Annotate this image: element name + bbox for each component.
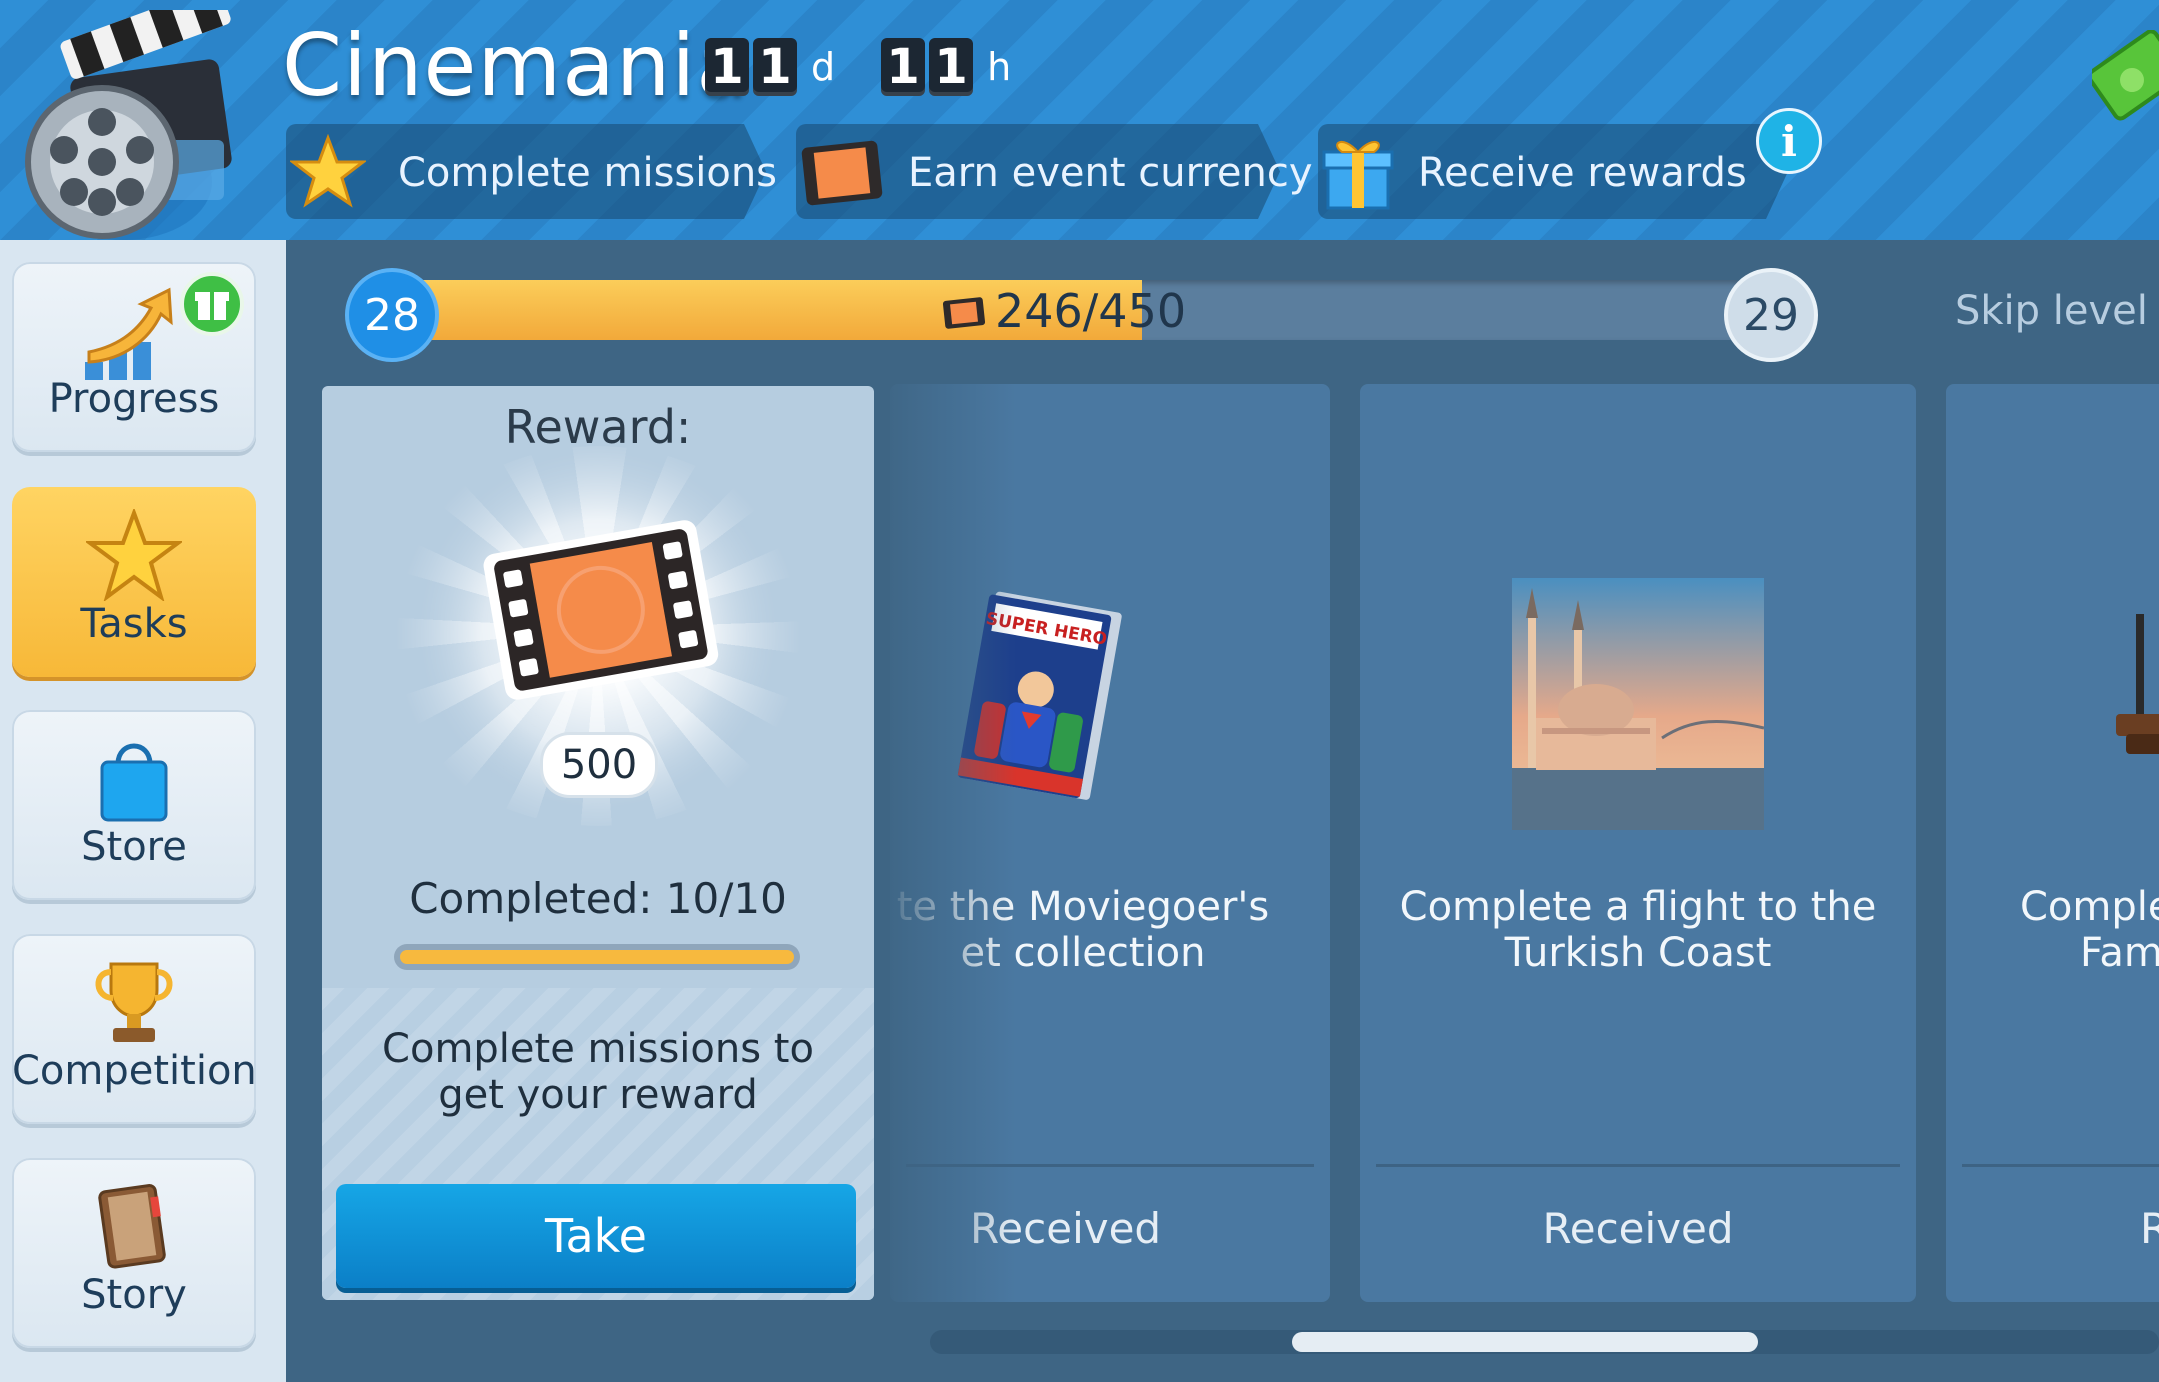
- skip-level-button[interactable]: Skip level: [1955, 288, 2148, 334]
- sidebar-item-label: Progress: [48, 376, 220, 422]
- istanbul-mosque-photo: [1512, 578, 1764, 830]
- reward-card: Reward: 500 Completed: 10/10 Complete mi…: [322, 386, 874, 1300]
- reward-amount: 500: [540, 732, 658, 798]
- task-title-line: Fam: [2080, 930, 2159, 976]
- hours-digits: 1 1: [881, 38, 974, 96]
- gift-icon: [1322, 140, 1394, 210]
- shopping-bag-icon: [100, 743, 168, 822]
- days-unit: d: [811, 45, 836, 89]
- step-label: Earn event currency: [908, 150, 1313, 196]
- sidebar-item-progress[interactable]: Progress: [12, 262, 256, 452]
- info-button[interactable]: i: [1756, 108, 1822, 174]
- task-title: Complete a flight to the Turkish Coast: [1360, 884, 1916, 976]
- gift-badge-icon: [180, 272, 244, 336]
- task-status: R: [2140, 1204, 2159, 1253]
- horizontal-scrollbar-thumb[interactable]: [1292, 1332, 1758, 1352]
- completion-progress-fill: [400, 950, 794, 964]
- card-divider: [1962, 1164, 2159, 1167]
- task-status: Received: [1542, 1204, 1734, 1253]
- hours-unit: h: [987, 45, 1012, 89]
- days-digits: 1 1: [705, 38, 797, 96]
- sidebar-item-label: Tasks: [80, 601, 188, 647]
- film-reel-reward-icon: [483, 520, 719, 700]
- reward-description: Complete missions to get your reward: [382, 1026, 814, 1118]
- star-icon: [86, 509, 182, 601]
- timer-digit: 1: [881, 38, 926, 96]
- timer-digit: 1: [929, 38, 974, 96]
- sidebar-item-tasks[interactable]: Tasks: [12, 487, 256, 677]
- task-title-line: Complete a flight to the: [1399, 884, 1877, 930]
- clapperboard-logo-icon: [25, 10, 232, 240]
- level-progress-text: 246/450: [995, 284, 1187, 338]
- task-card[interactable]: Comple Fam R: [1946, 384, 2159, 1302]
- scroll-fade-overlay: [876, 384, 1016, 1302]
- film-reel-stand: [2116, 614, 2159, 754]
- step-label: Complete missions: [398, 150, 778, 196]
- completed-counter: Completed: 10/10: [409, 874, 787, 923]
- completion-progress-bar: [394, 944, 800, 970]
- book-icon: [98, 1184, 166, 1269]
- timer-digit: 1: [753, 38, 797, 96]
- step-label: Receive rewards: [1418, 150, 1747, 196]
- task-title: Comple Fam: [2020, 884, 2159, 976]
- star-icon: [290, 134, 366, 208]
- sidebar: Progress Tasks Store Competition Story: [0, 240, 286, 1382]
- sidebar-item-label: Story: [81, 1272, 187, 1318]
- event-title: Cinemania: [282, 16, 750, 116]
- film-ticket-icon: [801, 140, 883, 206]
- current-level-badge: 28: [345, 268, 439, 362]
- next-level-badge: 29: [1724, 268, 1818, 362]
- task-title-line: Comple: [2020, 884, 2159, 930]
- sidebar-item-competition[interactable]: Competition: [12, 934, 257, 1124]
- sidebar-item-store[interactable]: Store: [12, 710, 256, 900]
- sidebar-item-label: Store: [81, 824, 187, 870]
- task-card[interactable]: Complete a flight to the Turkish Coast R…: [1360, 384, 1916, 1302]
- card-divider: [1376, 1164, 1900, 1167]
- trophy-icon: [95, 962, 173, 1042]
- cash-currency-icon[interactable]: [2092, 30, 2159, 130]
- sidebar-item-label: Competition: [12, 1048, 257, 1094]
- event-header: Cinemania 1 1 d 1 1 h Complete missions …: [0, 0, 2159, 240]
- event-timer: 1 1 d 1 1 h: [705, 36, 1057, 98]
- task-title-line: Turkish Coast: [1504, 930, 1772, 976]
- progress-arrow-icon: [85, 287, 173, 380]
- timer-digit: 1: [705, 38, 749, 96]
- sidebar-item-story[interactable]: Story: [12, 1158, 256, 1348]
- film-ticket-icon: [942, 297, 986, 329]
- take-button[interactable]: Take: [336, 1184, 856, 1288]
